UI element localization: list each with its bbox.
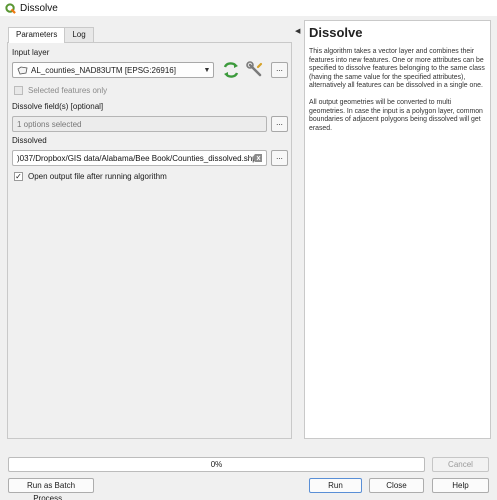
help-paragraph-1: This algorithm takes a vector layer and … [309, 48, 485, 90]
open-output-label: Open output file after running algorithm [28, 172, 167, 181]
collapse-help-arrow-icon[interactable]: ◀ [295, 27, 300, 35]
dissolved-output-browse-button[interactable]: ... [271, 150, 288, 166]
dissolved-output-path-input[interactable]: )037/Dropbox/GIS data/Alabama/Bee Book/C… [12, 150, 267, 166]
title-bar: Dissolve [0, 0, 497, 16]
advanced-options-wrench-icon[interactable] [246, 61, 264, 79]
window-title: Dissolve [20, 2, 58, 14]
chevron-down-icon: ▼ [203, 66, 211, 74]
input-layer-value: AL_counties_NAD83UTM [EPSG:26916] [31, 65, 176, 75]
dissolve-fields-input[interactable]: 1 options selected [12, 116, 267, 132]
iterate-over-layer-icon[interactable] [222, 61, 240, 79]
help-button[interactable]: Help [432, 478, 489, 493]
dissolved-output-path-value: )037/Dropbox/GIS data/Alabama/Bee Book/C… [17, 153, 257, 163]
close-button[interactable]: Close [369, 478, 424, 493]
polygon-layer-icon [17, 66, 28, 74]
input-layer-label: Input layer [12, 48, 50, 57]
dissolve-fields-label: Dissolve field(s) [optional] [12, 102, 104, 111]
tab-log[interactable]: Log [64, 27, 94, 42]
input-layer-browse-button[interactable]: ... [271, 62, 288, 78]
progress-bar: 0% [8, 457, 425, 472]
selected-features-only-checkbox[interactable]: Selected features only [14, 86, 107, 95]
clear-text-icon[interactable] [252, 154, 262, 162]
progress-text: 0% [210, 460, 223, 469]
checkbox-box-checked[interactable]: ✓ [14, 172, 23, 181]
help-title: Dissolve [309, 25, 363, 40]
selected-features-only-label: Selected features only [28, 86, 108, 95]
qgis-logo-icon [5, 2, 16, 14]
dissolve-fields-browse-button[interactable]: ... [271, 116, 288, 132]
open-output-checkbox[interactable]: ✓ Open output file after running algorit… [14, 172, 167, 181]
cancel-button[interactable]: Cancel [432, 457, 489, 472]
run-as-batch-process-button[interactable]: Run as Batch Process... [8, 478, 94, 500]
tab-bar: Parameters Log [8, 27, 94, 43]
tab-parameters[interactable]: Parameters [8, 27, 66, 43]
help-paragraph-2: All output geometries will be converted … [309, 98, 483, 132]
input-layer-combo[interactable]: AL_counties_NAD83UTM [EPSG:26916] ▼ [12, 62, 214, 78]
checkbox-box[interactable] [14, 86, 23, 95]
help-panel: Dissolve This algorithm takes a vector l… [304, 20, 491, 439]
dissolved-label: Dissolved [12, 136, 47, 145]
run-button[interactable]: Run [309, 478, 362, 493]
parameters-panel: Input layer AL_counties_NAD83UTM [EPSG:2… [7, 42, 292, 439]
